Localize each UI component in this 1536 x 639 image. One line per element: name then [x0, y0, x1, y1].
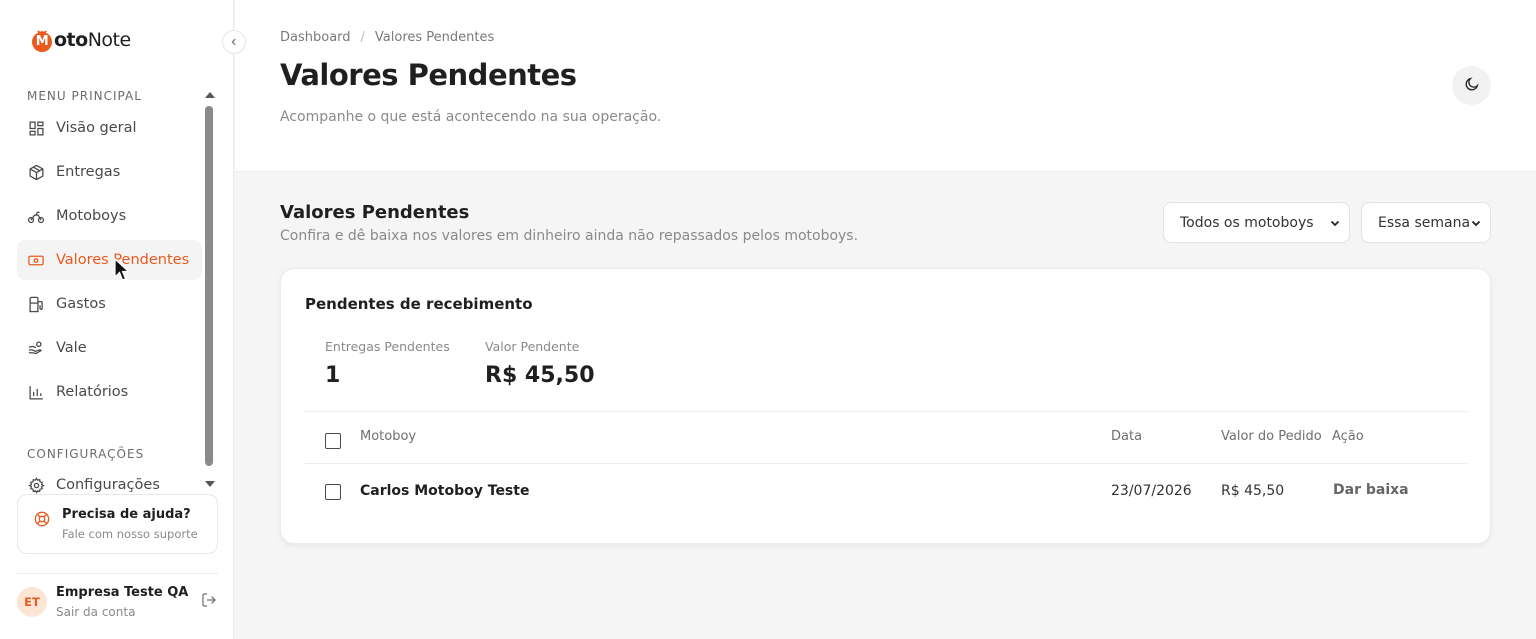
lifebuoy-icon	[34, 511, 50, 531]
sidebar-item-entregas[interactable]: Entregas	[17, 152, 202, 192]
sidebar-item-label: Relatórios	[56, 384, 129, 400]
sidebar-item-motoboys[interactable]: Motoboys	[17, 196, 202, 236]
brand-logo[interactable]: M oto Note	[31, 28, 131, 52]
sidebar-item-vale[interactable]: Vale	[17, 328, 202, 368]
sidebar-item-valores-pendentes[interactable]: Valores Pendentes	[17, 240, 202, 280]
config-section-label: CONFIGURAÇÕES	[27, 447, 145, 461]
dashboard-icon	[27, 119, 45, 137]
sidebar-item-label: Vale	[56, 340, 87, 356]
logo-text: Note	[87, 29, 131, 51]
sidebar: M oto Note MENU PRINCIPAL Visão geral Ent…	[0, 0, 234, 639]
page-subtitle: Acompanhe o que está acontecendo na sua …	[280, 109, 662, 125]
sidebar-item-visao-geral[interactable]: Visão geral	[17, 108, 202, 148]
section-title: Valores Pendentes	[280, 202, 470, 223]
cell-value: R$ 45,50	[1221, 483, 1285, 499]
page-title: Valores Pendentes	[280, 58, 577, 92]
table-top-divider	[305, 411, 1467, 412]
fuel-icon	[27, 295, 45, 313]
collapse-sidebar-button[interactable]	[222, 30, 246, 54]
bike-icon	[27, 207, 45, 225]
sidebar-divider	[17, 573, 218, 574]
package-icon	[27, 163, 45, 181]
logout-link[interactable]: Sair da conta	[56, 605, 135, 619]
logout-icon[interactable]	[201, 592, 217, 612]
period-filter-select[interactable]: Essa semana	[1361, 202, 1491, 243]
stat-label-entregas: Entregas Pendentes	[325, 339, 450, 354]
scroll-thumb[interactable]	[205, 106, 213, 466]
column-header-valor: Valor do Pedido	[1221, 429, 1322, 444]
banknote-icon	[27, 251, 45, 269]
help-subtitle: Fale com nosso suporte	[62, 527, 198, 541]
breadcrumb-item-dashboard[interactable]: Dashboard	[280, 30, 351, 45]
moon-icon	[1464, 76, 1480, 96]
chevron-down-icon	[1329, 217, 1341, 233]
breadcrumb-item-current: Valores Pendentes	[374, 30, 495, 45]
logo-text-bold: oto	[54, 29, 88, 51]
select-all-checkbox[interactable]	[325, 433, 341, 449]
page-header: Dashboard / Valores Pendentes Valores Pe…	[235, 0, 1536, 172]
logo-mark: M	[31, 28, 53, 52]
row-checkbox[interactable]	[325, 484, 341, 500]
motoboy-filter-value: Todos os motoboys	[1180, 214, 1314, 231]
column-header-data: Data	[1111, 429, 1143, 444]
sidebar-scrollbar[interactable]	[203, 90, 215, 492]
chevron-down-icon	[1470, 217, 1482, 233]
sidebar-item-gastos[interactable]: Gastos	[17, 284, 202, 324]
dar-baixa-button[interactable]: Dar baixa	[1333, 482, 1409, 498]
column-header-motoboy: Motoboy	[360, 429, 417, 444]
cell-motoboy: Carlos Motoboy Teste	[360, 483, 530, 499]
card-title: Pendentes de recebimento	[305, 295, 533, 313]
scroll-up-arrow[interactable]	[205, 92, 215, 98]
column-header-acao: Ação	[1332, 429, 1364, 444]
user-name: Empresa Teste QA	[56, 585, 189, 600]
motoboy-filter-select[interactable]: Todos os motoboys	[1163, 202, 1350, 243]
section-subtitle: Confira e dê baixa nos valores em dinhei…	[280, 228, 859, 244]
sidebar-item-label: Entregas	[56, 164, 121, 180]
scroll-down-arrow[interactable]	[205, 481, 215, 487]
sidebar-item-label: Gastos	[56, 296, 106, 312]
table-header-divider	[305, 463, 1467, 464]
chevron-left-icon	[230, 36, 238, 49]
stat-value-valor: R$ 45,50	[485, 363, 595, 388]
menu-section-label: MENU PRINCIPAL	[27, 89, 142, 103]
cell-date: 23/07/2026	[1111, 483, 1192, 499]
help-title: Precisa de ajuda?	[62, 507, 191, 522]
mouse-cursor-icon	[114, 257, 131, 286]
sidebar-item-label: Visão geral	[56, 120, 137, 136]
hand-coins-icon	[27, 339, 45, 357]
sidebar-item-label: Motoboys	[56, 208, 127, 224]
bar-chart-icon	[27, 383, 45, 401]
pending-card: Pendentes de recebimento Entregas Penden…	[280, 268, 1491, 544]
stat-value-entregas: 1	[325, 363, 341, 388]
period-filter-value: Essa semana	[1378, 214, 1471, 231]
stat-label-valor: Valor Pendente	[485, 339, 580, 354]
breadcrumb-separator: /	[360, 30, 365, 45]
help-card[interactable]: Precisa de ajuda? Fale com nosso suporte	[17, 494, 218, 554]
theme-toggle-button[interactable]	[1452, 66, 1491, 105]
gear-icon	[27, 476, 45, 494]
avatar: ET	[17, 587, 47, 617]
sidebar-item-label: Configurações	[56, 477, 160, 493]
breadcrumb: Dashboard / Valores Pendentes	[280, 30, 494, 45]
sidebar-item-relatorios[interactable]: Relatórios	[17, 372, 202, 412]
